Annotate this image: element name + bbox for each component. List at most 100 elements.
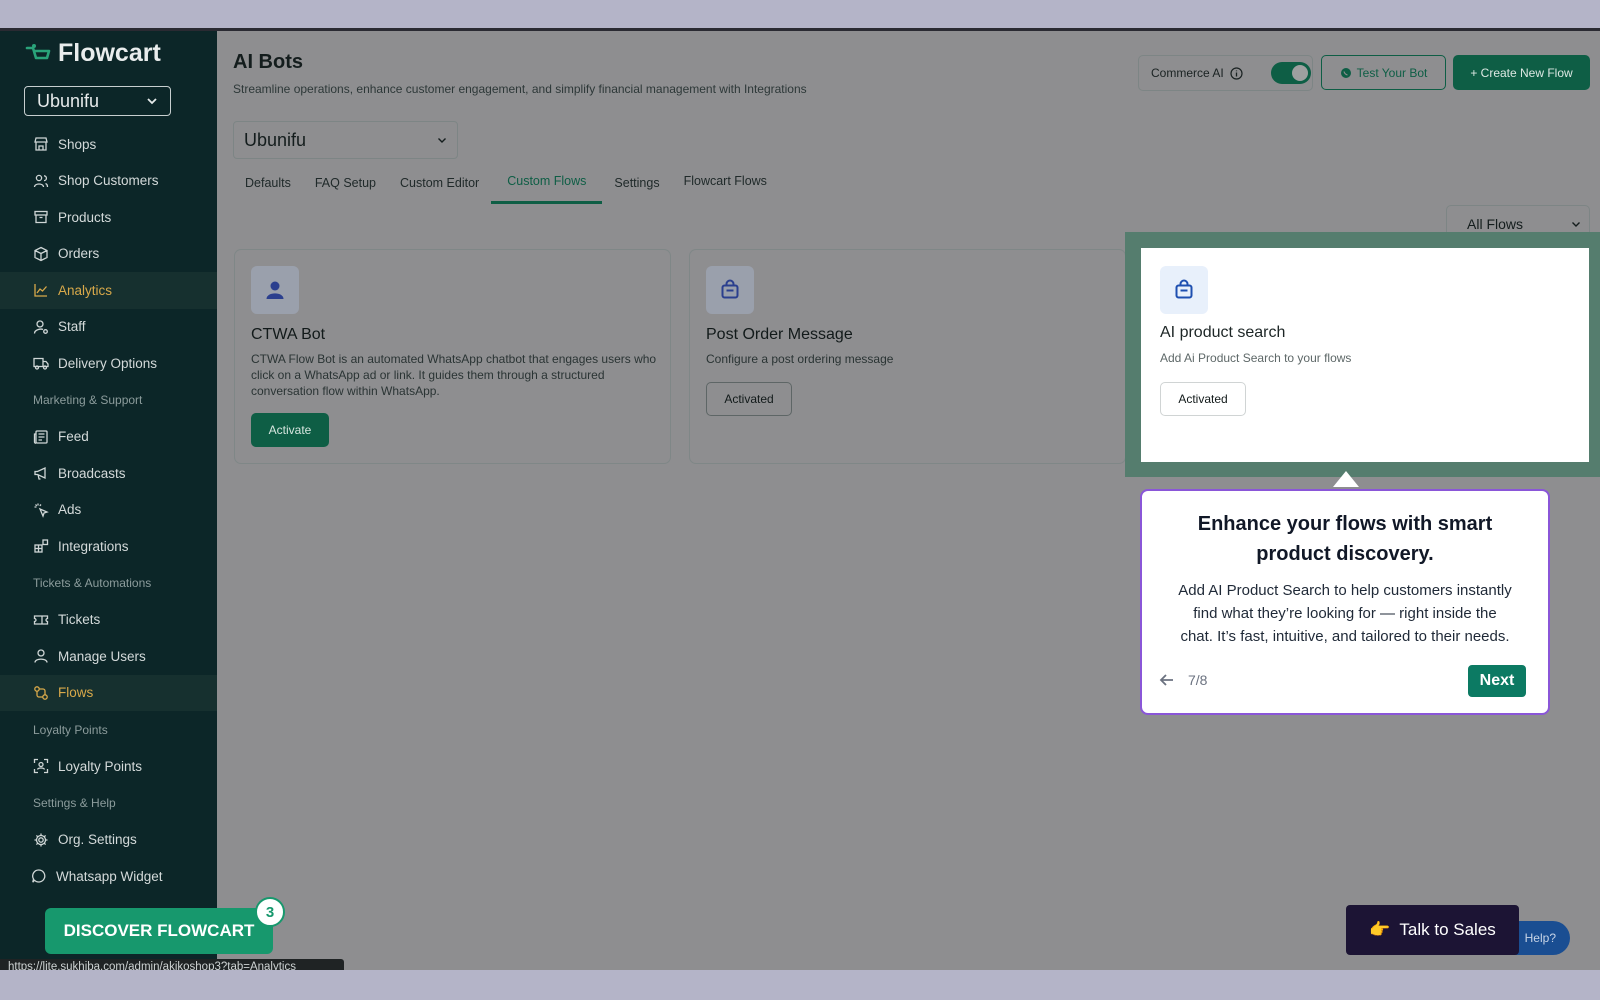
- tooltip-body-line: Add AI Product Search to help customers …: [1178, 582, 1512, 599]
- sidebar-item-products[interactable]: Products: [0, 199, 217, 236]
- tour-tooltip: Enhance your flows with smart product di…: [1140, 489, 1550, 715]
- whatsapp-icon: [1340, 67, 1351, 78]
- user-cog-icon: [33, 320, 48, 334]
- archive-icon: [34, 211, 48, 224]
- commerce-ai-control: Commerce AI: [1138, 55, 1313, 91]
- sidebar-item-broadcasts[interactable]: Broadcasts: [0, 455, 217, 492]
- card-description-line: click on a WhatsApp ad or link. It guide…: [251, 368, 605, 382]
- commerce-ai-toggle[interactable]: [1270, 62, 1311, 84]
- org-select[interactable]: Ubunifu: [24, 86, 171, 116]
- tab-custom-editor[interactable]: Custom Editor: [388, 164, 491, 204]
- section-marketing-support: Marketing & Support: [33, 393, 143, 407]
- sidebar-item-label: Integrations: [58, 538, 129, 554]
- tour-step-counter: 7/8: [1188, 672, 1208, 688]
- info-icon[interactable]: [1230, 66, 1243, 80]
- chevron-down-icon: [147, 98, 157, 105]
- sidebar-item-integrations[interactable]: Integrations: [0, 528, 217, 565]
- browser-top-bar: [0, 0, 1600, 31]
- browser-bottom-bar: [0, 970, 1600, 1000]
- sidebar-nav: Shops Shop Customers Products Orders Ana…: [0, 126, 217, 895]
- truck-icon: [33, 358, 49, 370]
- shop-select-value: Ubunifu: [244, 129, 307, 150]
- commerce-ai-label: Commerce AI: [1151, 66, 1224, 80]
- tab-settings[interactable]: Settings: [602, 164, 671, 204]
- sidebar-item-analytics[interactable]: Analytics: [0, 272, 217, 309]
- sidebar-item-delivery-options[interactable]: Delivery Options: [0, 345, 217, 382]
- scan-icon: [33, 759, 49, 774]
- app-frame: Flowcart Ubunifu Shops Shop Customers Pr…: [0, 31, 1600, 970]
- talk-to-sales-label: Talk to Sales: [1399, 920, 1496, 939]
- user-icon: [34, 649, 48, 663]
- sidebar-item-org-settings[interactable]: Org. Settings: [0, 822, 217, 859]
- card-icon: [251, 266, 299, 314]
- tab-faq-setup[interactable]: FAQ Setup: [303, 164, 388, 204]
- shop-select[interactable]: Ubunifu: [233, 121, 458, 159]
- talk-to-sales-button[interactable]: 👉 Talk to Sales: [1346, 905, 1519, 955]
- section-settings-help: Settings & Help: [33, 796, 116, 810]
- bag-icon: [721, 279, 739, 299]
- sidebar-item-label: Shops: [58, 136, 97, 152]
- test-your-bot-button[interactable]: Test Your Bot: [1321, 55, 1446, 90]
- card-description: Configure a post ordering message: [706, 351, 893, 367]
- flowcart-logo-icon: [25, 43, 51, 59]
- chat-icon: [32, 869, 46, 883]
- activated-button[interactable]: Activated: [1160, 382, 1246, 416]
- activated-button[interactable]: Activated: [706, 382, 792, 416]
- sidebar-item-label: Shop Customers: [58, 173, 159, 189]
- sidebar-item-label: Staff: [58, 319, 86, 335]
- tooltip-body-line: find what they’re looking for — right in…: [1193, 605, 1497, 622]
- cursor-click-icon: [34, 503, 49, 518]
- megaphone-icon: [34, 467, 46, 480]
- sidebar-item-shops[interactable]: Shops: [0, 126, 217, 163]
- gear-icon: [34, 833, 48, 847]
- tab-flowcart-flows[interactable]: Flowcart Flows: [672, 164, 779, 204]
- users-icon: [33, 174, 49, 187]
- page-title: AI Bots: [233, 51, 303, 73]
- sidebar-item-label: Tickets: [58, 612, 101, 628]
- sidebar-item-label: Whatsapp Widget: [56, 868, 163, 884]
- test-your-bot-label: Test Your Bot: [1356, 65, 1428, 80]
- sidebar-item-orders[interactable]: Orders: [0, 236, 217, 273]
- flow-card-ai-product-search: AI product search Add Ai Product Search …: [1141, 248, 1589, 462]
- sidebar-item-feed[interactable]: Feed: [0, 419, 217, 456]
- flow-card-post-order-message: Post Order Message Configure a post orde…: [689, 249, 1126, 464]
- sidebar-item-ads[interactable]: Ads: [0, 492, 217, 529]
- flows-icon: [34, 685, 48, 700]
- tour-next-button[interactable]: Next: [1468, 665, 1526, 697]
- tab-custom-flows[interactable]: Custom Flows: [491, 164, 603, 204]
- card-description: CTWA Flow Bot is an automated WhatsApp c…: [251, 351, 656, 399]
- card-title: AI product search: [1160, 324, 1286, 341]
- sidebar-item-label: Orders: [58, 246, 100, 262]
- chevron-down-icon: [438, 138, 446, 143]
- page-subtitle: Streamline operations, enhance customer …: [233, 82, 807, 96]
- card-title: Post Order Message: [706, 326, 853, 343]
- arrow-left-icon[interactable]: [1158, 671, 1176, 689]
- section-tickets-automations: Tickets & Automations: [33, 576, 152, 590]
- tabs: Defaults FAQ Setup Custom Editor Custom …: [233, 164, 779, 204]
- sidebar-item-tickets[interactable]: Tickets: [0, 602, 217, 639]
- card-description-line: conversation flow within WhatsApp.: [251, 384, 440, 398]
- org-select-value: Ubunifu: [37, 90, 100, 111]
- sidebar-item-flows[interactable]: Flows: [0, 674, 217, 711]
- card-description-line: CTWA Flow Bot is an automated WhatsApp c…: [251, 352, 657, 366]
- activate-button[interactable]: Activate: [251, 413, 329, 447]
- card-description: Add Ai Product Search to your flows: [1160, 351, 1352, 365]
- sidebar-item-label: Loyalty Points: [58, 758, 143, 774]
- sidebar-item-staff[interactable]: Staff: [0, 309, 217, 346]
- chevron-down-icon: [1572, 222, 1580, 227]
- sidebar-item-loyalty-points[interactable]: Loyalty Points: [0, 748, 217, 785]
- sidebar-item-label: Delivery Options: [58, 355, 158, 371]
- create-new-flow-button[interactable]: + Create New Flow: [1453, 55, 1590, 90]
- section-loyalty-points: Loyalty Points: [33, 722, 108, 737]
- sidebar-item-label: Feed: [58, 429, 89, 445]
- bag-icon: [1175, 279, 1193, 299]
- sidebar-item-manage-users[interactable]: Manage Users: [0, 638, 217, 675]
- sidebar-item-shop-customers[interactable]: Shop Customers: [0, 163, 217, 200]
- sidebar-item-label: Products: [58, 209, 112, 225]
- tab-defaults[interactable]: Defaults: [233, 164, 303, 204]
- brand[interactable]: Flowcart: [24, 39, 161, 68]
- tooltip-title: Enhance your flows with smart product di…: [1162, 509, 1528, 569]
- discover-flowcart-button[interactable]: DISCOVER FLOWCART: [45, 908, 273, 954]
- sidebar-item-whatsapp-widget[interactable]: Whatsapp Widget: [0, 858, 217, 895]
- sidebar-item-label: Org. Settings: [58, 832, 137, 848]
